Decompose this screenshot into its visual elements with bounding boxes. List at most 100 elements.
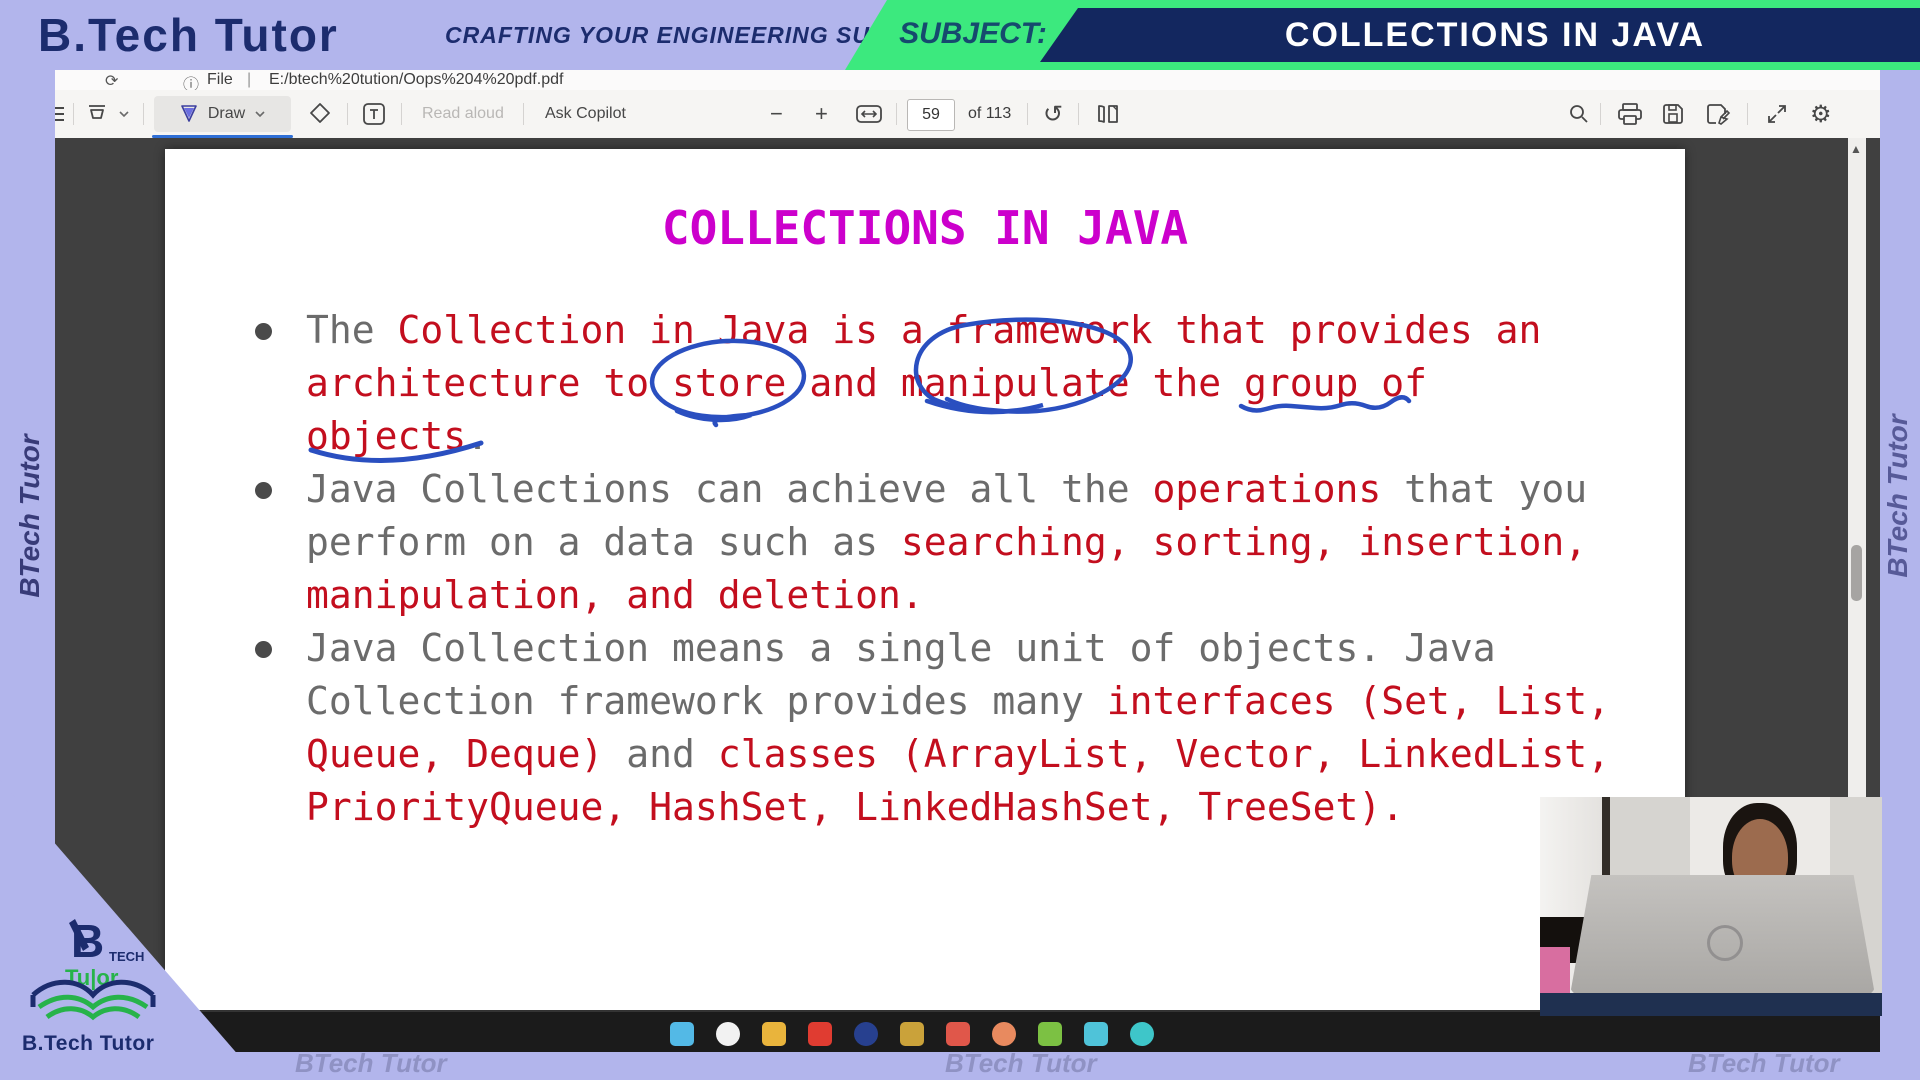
rotate-icon: ↺ [1043, 100, 1063, 129]
bullet-dot [255, 482, 272, 499]
pdf-text-segment: that you [1381, 467, 1587, 511]
save-as-icon[interactable] [1705, 90, 1731, 138]
pdf-text-segment: operations [1152, 467, 1381, 511]
plus-icon: + [815, 101, 828, 127]
text-tool-icon[interactable] [361, 90, 387, 138]
url-text[interactable]: E:/btech%20tution/Oops%204%20pdf.pdf [269, 71, 563, 89]
page-number-input[interactable] [907, 99, 955, 131]
scrollbar-thumb[interactable] [1851, 545, 1862, 601]
pdf-text-line: architecture to store and manipulate the… [165, 357, 1685, 410]
separator [401, 103, 402, 125]
logo-caption: B.Tech Tutor [22, 1032, 154, 1056]
separator [1747, 103, 1748, 125]
webcam-desk [1540, 993, 1882, 1016]
brand-title: B.Tech Tutor [38, 8, 339, 62]
menu-icon[interactable] [55, 90, 67, 138]
pdf-text-segment: Collection framework provides many [306, 679, 1107, 723]
rotate-button[interactable]: ↺ [1043, 90, 1063, 138]
pdf-text-line: manipulation, and deletion. [165, 569, 1685, 622]
taskbar-app-navy-circle[interactable] [854, 1022, 878, 1046]
separator [1078, 103, 1079, 125]
highlighter-chevron-icon[interactable] [117, 90, 131, 138]
pdf-text-segment: manipulation, and deletion. [306, 573, 924, 617]
taskbar-app-cyan[interactable] [1084, 1022, 1108, 1046]
top-banner: B.Tech Tutor CRAFTING YOUR ENGINEERING S… [0, 0, 1920, 70]
subject-title: COLLECTIONS IN JAVA [1100, 16, 1890, 55]
search-icon[interactable] [1567, 90, 1591, 138]
settings-gear-icon[interactable]: ⚙ [1810, 90, 1832, 138]
read-aloud-button[interactable]: Read aloud [422, 90, 504, 138]
pdf-text-segment: Java Collections can achieve all the [306, 467, 1152, 511]
draw-button-label: Draw [208, 105, 245, 123]
taskbar-app-teal-circle[interactable] [1130, 1022, 1154, 1046]
taskbar-app-pen[interactable] [900, 1022, 924, 1046]
pdf-text-line: Queue, Deque) and classes (ArrayList, Ve… [165, 728, 1685, 781]
scroll-up-icon[interactable]: ▲ [1850, 142, 1862, 156]
read-aloud-label: Read aloud [422, 105, 504, 123]
url-scheme-label: File [207, 71, 233, 89]
zoom-out-button[interactable]: − [770, 90, 783, 138]
taskbar-app-folder[interactable] [762, 1022, 786, 1046]
taskbar-app-edge[interactable] [716, 1022, 740, 1046]
taskbar-app-orange[interactable] [992, 1022, 1016, 1046]
pdf-text-segment: architecture to store and manipulate the… [306, 361, 1427, 405]
bullet-dot [255, 323, 272, 340]
print-icon[interactable] [1617, 90, 1643, 138]
save-icon[interactable] [1661, 90, 1685, 138]
separator [143, 103, 144, 125]
webcam-overlay [1540, 797, 1882, 1016]
taskbar-app-teal-squares[interactable] [670, 1022, 694, 1046]
minus-icon: − [770, 101, 783, 127]
logo-b-letter: B [71, 915, 104, 967]
bullet-dot [255, 641, 272, 658]
page-total-text: of 113 [968, 105, 1011, 123]
separator [347, 103, 348, 125]
address-bar[interactable]: ⟳ ⓘ File | E:/btech%20tution/Oops%204%20… [55, 70, 1880, 90]
fit-width-icon[interactable] [855, 90, 883, 138]
pdf-text-line: The Collection in Java is a framework th… [165, 304, 1685, 357]
url-divider: | [247, 71, 251, 89]
pdf-text-line: perform on a data such as searching, sor… [165, 516, 1685, 569]
logo-book-pages [39, 997, 147, 1017]
reload-icon[interactable]: ⟳ [105, 71, 118, 90]
pdf-text-segment: Queue, Deque) [306, 732, 603, 776]
eraser-icon[interactable] [307, 90, 333, 138]
separator [1027, 103, 1028, 125]
pdf-toolbar: Draw Read aloud Ask Copilot − + [55, 90, 1880, 138]
slide-title: COLLECTIONS IN JAVA [165, 201, 1685, 255]
draw-chevron-icon [253, 107, 267, 121]
pdf-text-segment: classes (ArrayList, Vector, LinkedList, [718, 732, 1610, 776]
fullscreen-icon[interactable] [1765, 90, 1789, 138]
separator [1600, 103, 1601, 125]
pdf-text-segment: PriorityQueue, HashSet, LinkedHashSet, T… [306, 785, 1404, 829]
watermark-bottom-center: BTech Tutor [945, 1048, 1097, 1079]
pdf-text-segment: interfaces (Set, List, [1107, 679, 1610, 723]
taskbar-app-red-circle[interactable] [808, 1022, 832, 1046]
ask-copilot-button[interactable]: Ask Copilot [545, 90, 626, 138]
taskbar-app-green[interactable] [1038, 1022, 1062, 1046]
watermark-bottom-left: BTech Tutor [295, 1048, 447, 1079]
zoom-in-button[interactable]: + [815, 90, 828, 138]
pdf-text-segment: . [466, 414, 489, 458]
highlighter-icon[interactable] [85, 90, 109, 138]
pdf-text-segment: and [603, 732, 717, 776]
screen: B.Tech Tutor CRAFTING YOUR ENGINEERING S… [0, 0, 1920, 1080]
logo-tech-text: TECH [109, 949, 144, 964]
ask-copilot-label: Ask Copilot [545, 105, 626, 123]
watermark-right-side: BTech Tutor [1882, 346, 1914, 646]
separator [73, 103, 74, 125]
page-view-icon[interactable] [1095, 90, 1121, 138]
pdf-text-segment: perform on a data such as [306, 520, 901, 564]
taskbar-app-coral[interactable] [946, 1022, 970, 1046]
webcam-pink-object [1540, 947, 1570, 995]
page-info-icon[interactable]: ⓘ [183, 71, 199, 90]
page-total-label: of 113 [968, 90, 1011, 138]
gear-glyph: ⚙ [1810, 100, 1832, 129]
pdf-text: The Collection in Java is a framework th… [165, 304, 1685, 834]
draw-pen-icon [178, 103, 200, 125]
pdf-text-segment: objects [306, 414, 466, 458]
pdf-text-segment: searching, sorting, insertion, [901, 520, 1587, 564]
pdf-text-segment: The [306, 308, 398, 352]
pdf-text-segment: Java Collection means a single unit of o… [306, 626, 1496, 670]
draw-button[interactable]: Draw [154, 96, 291, 132]
